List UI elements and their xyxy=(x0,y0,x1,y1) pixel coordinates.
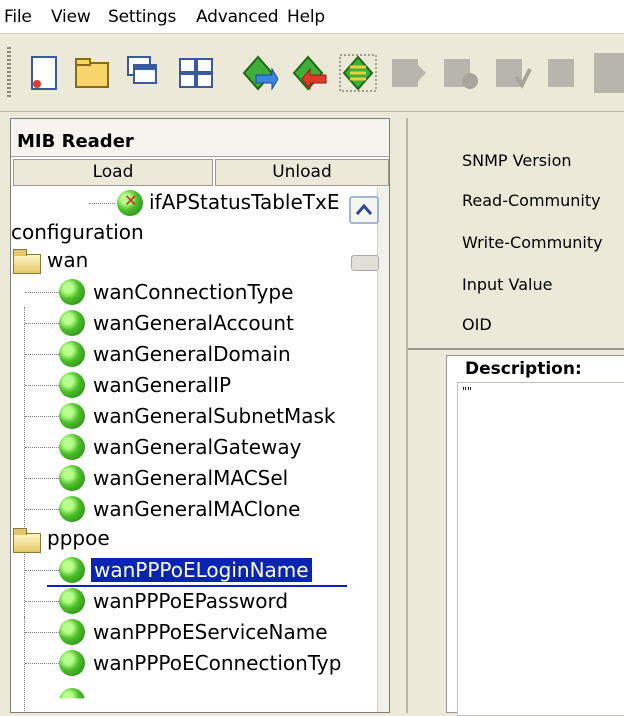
tree-line xyxy=(25,447,59,448)
folder-icon xyxy=(13,249,41,274)
input-value-label: Input Value xyxy=(462,275,553,294)
tree-leaf[interactable]: wanGeneralSubnetMask xyxy=(93,401,336,431)
divider xyxy=(408,348,624,350)
tree-section-label: configuration xyxy=(11,220,144,244)
unload-button[interactable]: Unload xyxy=(215,159,389,186)
oid-label: OID xyxy=(462,315,492,334)
description-text: "" xyxy=(462,385,473,398)
tree-folder-wan[interactable]: wan xyxy=(47,245,88,275)
load-button[interactable]: Load xyxy=(13,159,213,186)
disabled-icon-3 xyxy=(496,59,532,89)
leaf-icon xyxy=(59,403,85,429)
leaf-icon xyxy=(59,496,85,522)
tree-line xyxy=(25,416,59,417)
tree-leaf-selected[interactable]: wanPPPoELoginName xyxy=(91,555,312,585)
error-leaf-icon xyxy=(117,190,143,216)
mib-tree[interactable]: ifAPStatusTableTxE configuration wan wan… xyxy=(11,187,377,712)
toolbar xyxy=(0,35,624,112)
description-textarea[interactable]: "" xyxy=(457,382,624,716)
tree-leaf[interactable]: wanGeneralIP xyxy=(93,370,231,400)
leaf-icon xyxy=(59,650,85,676)
menu-settings[interactable]: Settings xyxy=(108,7,176,27)
disabled-icon-2 xyxy=(444,59,478,89)
tree-line xyxy=(25,632,59,633)
disabled-icon-4 xyxy=(548,59,574,87)
tree-leaf[interactable]: wanPPPoEConnectionTyp xyxy=(93,648,341,678)
open-icon[interactable] xyxy=(72,53,112,93)
leaf-icon xyxy=(59,372,85,398)
menu-help[interactable]: Help xyxy=(287,7,325,27)
leaf-icon xyxy=(59,465,85,491)
description-panel: Description: "" xyxy=(446,355,624,716)
toolbar-grip[interactable] xyxy=(7,47,11,99)
description-title: Description: xyxy=(465,359,582,379)
tree-line xyxy=(25,292,59,293)
tree-line xyxy=(25,354,59,355)
leaf-icon xyxy=(59,310,85,336)
leaf-icon xyxy=(59,557,85,583)
tree-leaf[interactable]: wanPPPoEPassword xyxy=(93,586,288,616)
tree-leaf[interactable]: wanConnectionType xyxy=(93,277,293,307)
tree-line xyxy=(25,663,59,664)
disabled-icon-1 xyxy=(392,59,426,87)
new-icon[interactable] xyxy=(24,53,64,93)
tree-node[interactable]: ifAPStatusTableTxE xyxy=(149,187,339,217)
leaf-icon xyxy=(59,619,85,645)
tree-leaf[interactable]: wanGeneralAccount xyxy=(93,308,294,338)
tree-leaf[interactable]: wanPPPoEServiceName xyxy=(93,617,328,647)
tree-leaf[interactable]: wanGeneralMACSel xyxy=(93,463,288,493)
menu-view[interactable]: View xyxy=(51,7,91,27)
selected-label[interactable]: wanPPPoELoginName xyxy=(91,558,312,582)
leaf-icon xyxy=(59,279,85,305)
scroll-thumb[interactable] xyxy=(351,255,379,271)
cascade-icon[interactable] xyxy=(124,53,164,93)
tree-line xyxy=(25,601,59,602)
set-icon[interactable] xyxy=(288,53,328,93)
tree-leaf[interactable]: wanGeneralMAClone xyxy=(93,494,300,524)
write-community-label: Write-Community xyxy=(462,233,603,252)
tile-icon[interactable] xyxy=(176,53,216,93)
disabled-icon-5 xyxy=(594,53,624,93)
tree-leaf[interactable]: wanGeneralDomain xyxy=(93,339,291,369)
menu-bar: File View Settings Advanced Help xyxy=(0,0,624,34)
tree-folder-pppoe[interactable]: pppoe xyxy=(47,523,110,553)
menu-advanced[interactable]: Advanced xyxy=(196,7,279,27)
mib-reader-panel: MIB Reader Load Unload ifAPStatusTableTx… xyxy=(10,118,390,713)
get-icon[interactable] xyxy=(238,53,278,93)
scroll-up-button[interactable] xyxy=(349,196,379,224)
folder-icon xyxy=(13,528,41,553)
walk-icon[interactable] xyxy=(338,53,378,93)
tree-line xyxy=(89,203,115,204)
tree-leaf[interactable]: wanGeneralGateway xyxy=(93,432,301,462)
tree-line xyxy=(25,570,59,571)
tree-line xyxy=(25,323,59,324)
leaf-icon xyxy=(59,341,85,367)
tree-line xyxy=(25,509,59,510)
tree-line xyxy=(25,478,59,479)
leaf-icon xyxy=(59,688,85,699)
snmp-version-label: SNMP Version xyxy=(462,151,572,170)
leaf-icon xyxy=(59,434,85,460)
panel-title: MIB Reader xyxy=(11,119,389,157)
menu-file[interactable]: File xyxy=(4,7,32,27)
tree-line xyxy=(25,385,59,386)
leaf-icon xyxy=(59,588,85,614)
read-community-label: Read-Community xyxy=(462,191,601,210)
